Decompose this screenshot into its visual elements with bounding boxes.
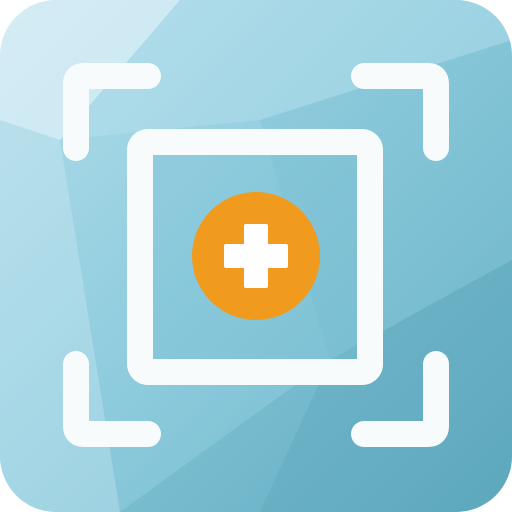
app-icon[interactable] [0,0,512,512]
add-icon [192,192,320,320]
capture-icon-svg [0,0,512,512]
